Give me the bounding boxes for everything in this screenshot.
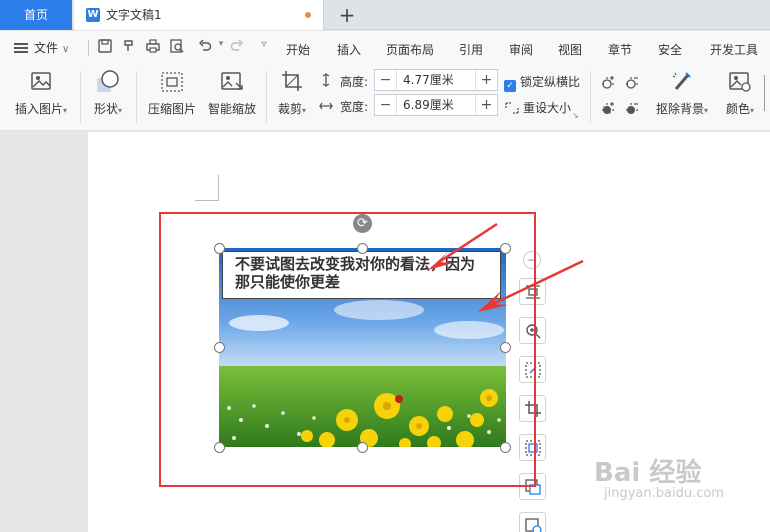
reset-size-icon (504, 101, 520, 115)
print-icon[interactable] (144, 39, 162, 57)
brightness-increase-icon[interactable] (600, 75, 616, 91)
insert-picture-button[interactable]: 插入图片▾ (12, 70, 70, 117)
tab-home[interactable]: 首页 (0, 0, 72, 30)
width-increase-button[interactable]: + (475, 95, 497, 115)
chevron-down-icon: ∨ (62, 44, 70, 55)
menu-bar: 文件 ∨ ▾ ▿ 开始 插入 页面布局 引用 审阅 视图 章节 安全 开发工具 (0, 31, 770, 65)
file-menu-label: 文件 (34, 41, 59, 55)
compress-picture-icon (161, 72, 183, 92)
width-input[interactable]: 6.89厘米 (403, 95, 454, 115)
width-label: 宽度: (340, 100, 369, 114)
smart-zoom-icon (221, 72, 243, 90)
menu-insert[interactable]: 插入 (337, 41, 361, 58)
height-stepper[interactable]: − 4.77厘米 + (374, 69, 498, 91)
divider (590, 71, 591, 123)
menu-developer-tools[interactable]: 开发工具 (710, 41, 758, 58)
annotation-arrow-icon (478, 259, 584, 312)
remove-background-label: 抠除背景 (655, 102, 704, 116)
height-label: 高度: (340, 75, 369, 89)
writer-doc-icon: W (86, 8, 100, 22)
more-options-icon[interactable] (764, 75, 770, 111)
remove-background-icon (672, 72, 691, 90)
height-decrease-button[interactable]: − (375, 70, 397, 90)
color-label: 颜色 (725, 102, 750, 116)
shape-label: 形状 (93, 102, 118, 116)
lock-aspect-ratio-checkbox[interactable]: ✓ 锁定纵横比 (504, 73, 580, 92)
picture-effects-icon (525, 518, 542, 532)
menu-references[interactable]: 引用 (459, 41, 483, 58)
menu-page-layout[interactable]: 页面布局 (386, 41, 434, 58)
print-preview-icon[interactable] (168, 39, 186, 57)
dialog-launcher-icon[interactable]: ↘ (572, 111, 579, 120)
picture-icon (31, 72, 51, 90)
height-icon (319, 73, 333, 87)
divider (88, 40, 89, 56)
shape-icon (97, 70, 119, 92)
height-increase-button[interactable]: + (475, 70, 497, 90)
divider (266, 71, 267, 123)
picture-tools-ribbon: 插入图片▾ 形状▾ 压缩图片 智能缩放 裁剪▾ 高度: − 4.77厘米 + 宽… (0, 65, 770, 131)
picture-color-icon (729, 72, 751, 92)
compress-picture-label: 压缩图片 (147, 102, 196, 116)
divider (80, 71, 81, 123)
height-input[interactable]: 4.77厘米 (403, 70, 454, 90)
new-tab-button[interactable]: + (336, 4, 358, 26)
menu-review[interactable]: 审阅 (509, 41, 533, 58)
format-painter-icon[interactable] (120, 39, 138, 57)
menu-section[interactable]: 章节 (608, 41, 632, 58)
divider (136, 71, 137, 123)
page-margin-marker (195, 175, 219, 201)
remove-background-button[interactable]: 抠除背景▾ (652, 70, 712, 117)
customize-toolbar-icon[interactable]: ▿ (255, 39, 273, 50)
crop-button[interactable]: 裁剪▾ (272, 70, 312, 117)
menu-start[interactable]: 开始 (286, 41, 310, 58)
smart-zoom-label: 智能缩放 (207, 102, 256, 116)
compress-picture-button[interactable]: 压缩图片 (144, 70, 200, 117)
brightness-decrease-icon[interactable] (624, 75, 640, 91)
contrast-decrease-icon[interactable] (624, 101, 640, 117)
menu-security[interactable]: 安全 (658, 41, 682, 58)
width-icon (319, 99, 333, 113)
crop-label: 裁剪 (277, 102, 302, 116)
redo-icon[interactable] (228, 39, 246, 57)
tab-bar: 首页 W 文字文稿1 + (0, 0, 770, 30)
unsaved-indicator-icon (305, 12, 311, 18)
hamburger-icon (14, 43, 28, 53)
lock-aspect-ratio-label: 锁定纵横比 (520, 75, 581, 89)
reset-size-label: 重设大小 (523, 101, 572, 115)
smart-zoom-button[interactable]: 智能缩放 (204, 70, 260, 117)
insert-picture-label: 插入图片 (14, 102, 63, 116)
reset-size-button[interactable]: 重设大小 (504, 99, 571, 116)
checkbox-checked-icon: ✓ (504, 80, 516, 92)
baidu-jingyan-watermark: Bai 经验 (594, 458, 702, 488)
save-icon[interactable] (96, 39, 114, 57)
color-button[interactable]: 颜色▾ (720, 70, 760, 117)
tab-document[interactable]: W 文字文稿1 (74, 0, 324, 30)
file-menu[interactable]: 文件 ∨ (14, 39, 69, 56)
shape-button[interactable]: 形状▾ (88, 70, 128, 117)
width-stepper[interactable]: − 6.89厘米 + (374, 94, 498, 116)
contrast-increase-icon[interactable] (600, 101, 616, 117)
watermark-url: jingyan.baidu.com (604, 486, 724, 501)
picture-effects-button[interactable] (519, 512, 546, 532)
menu-view[interactable]: 视图 (558, 41, 582, 58)
tab-document-title: 文字文稿1 (106, 8, 162, 22)
crop-icon (282, 71, 302, 91)
width-decrease-button[interactable]: − (375, 95, 397, 115)
